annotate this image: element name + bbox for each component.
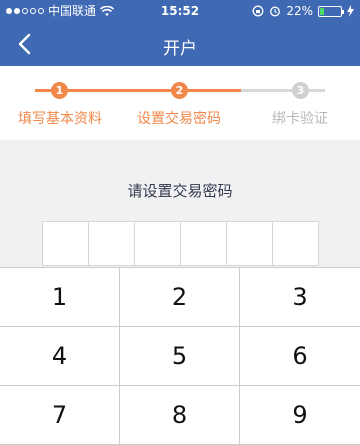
password-digit-cell [227, 222, 273, 265]
step-1-label: 填写基本资料 [18, 111, 102, 127]
status-right: 22% [252, 0, 354, 22]
alarm-icon [270, 6, 281, 17]
step-1-marker: 1 [51, 82, 68, 99]
password-digit-cell [43, 222, 89, 265]
key-6[interactable]: 6 [240, 327, 360, 385]
password-input[interactable] [42, 221, 319, 266]
battery-percent: 22% [286, 4, 313, 18]
charging-icon [347, 5, 354, 17]
battery-icon [318, 5, 344, 17]
step-3-marker: 3 [292, 82, 309, 99]
step-2-label: 设置交易密码 [137, 111, 221, 127]
key-1[interactable]: 1 [0, 268, 119, 326]
step-2-marker: 2 [171, 82, 188, 99]
rotation-lock-icon [252, 5, 264, 17]
key-8[interactable]: 8 [120, 386, 239, 444]
password-digit-cell [273, 222, 318, 265]
password-prompt: 请设置交易密码 [127, 182, 233, 200]
password-digit-cell [89, 222, 135, 265]
step-progress: 1 2 3 填写基本资料 设置交易密码 绑卡验证 [0, 66, 360, 140]
key-5[interactable]: 5 [120, 327, 239, 385]
key-2[interactable]: 2 [120, 268, 239, 326]
key-4[interactable]: 4 [0, 327, 119, 385]
header: 中国联通 15:52 22% 开户 [0, 0, 360, 66]
numeric-keypad: 1 2 3 4 5 6 7 8 9 [0, 267, 360, 445]
key-9[interactable]: 9 [240, 386, 360, 444]
key-7[interactable]: 7 [0, 386, 119, 444]
progress-line-todo [241, 89, 325, 92]
nav-bar: 开户 [0, 22, 360, 66]
step-3-label: 绑卡验证 [272, 111, 328, 127]
key-3[interactable]: 3 [240, 268, 360, 326]
status-bar: 中国联通 15:52 22% [0, 0, 360, 22]
password-digit-cell [181, 222, 227, 265]
password-digit-cell [135, 222, 181, 265]
page-title: 开户 [163, 39, 197, 59]
